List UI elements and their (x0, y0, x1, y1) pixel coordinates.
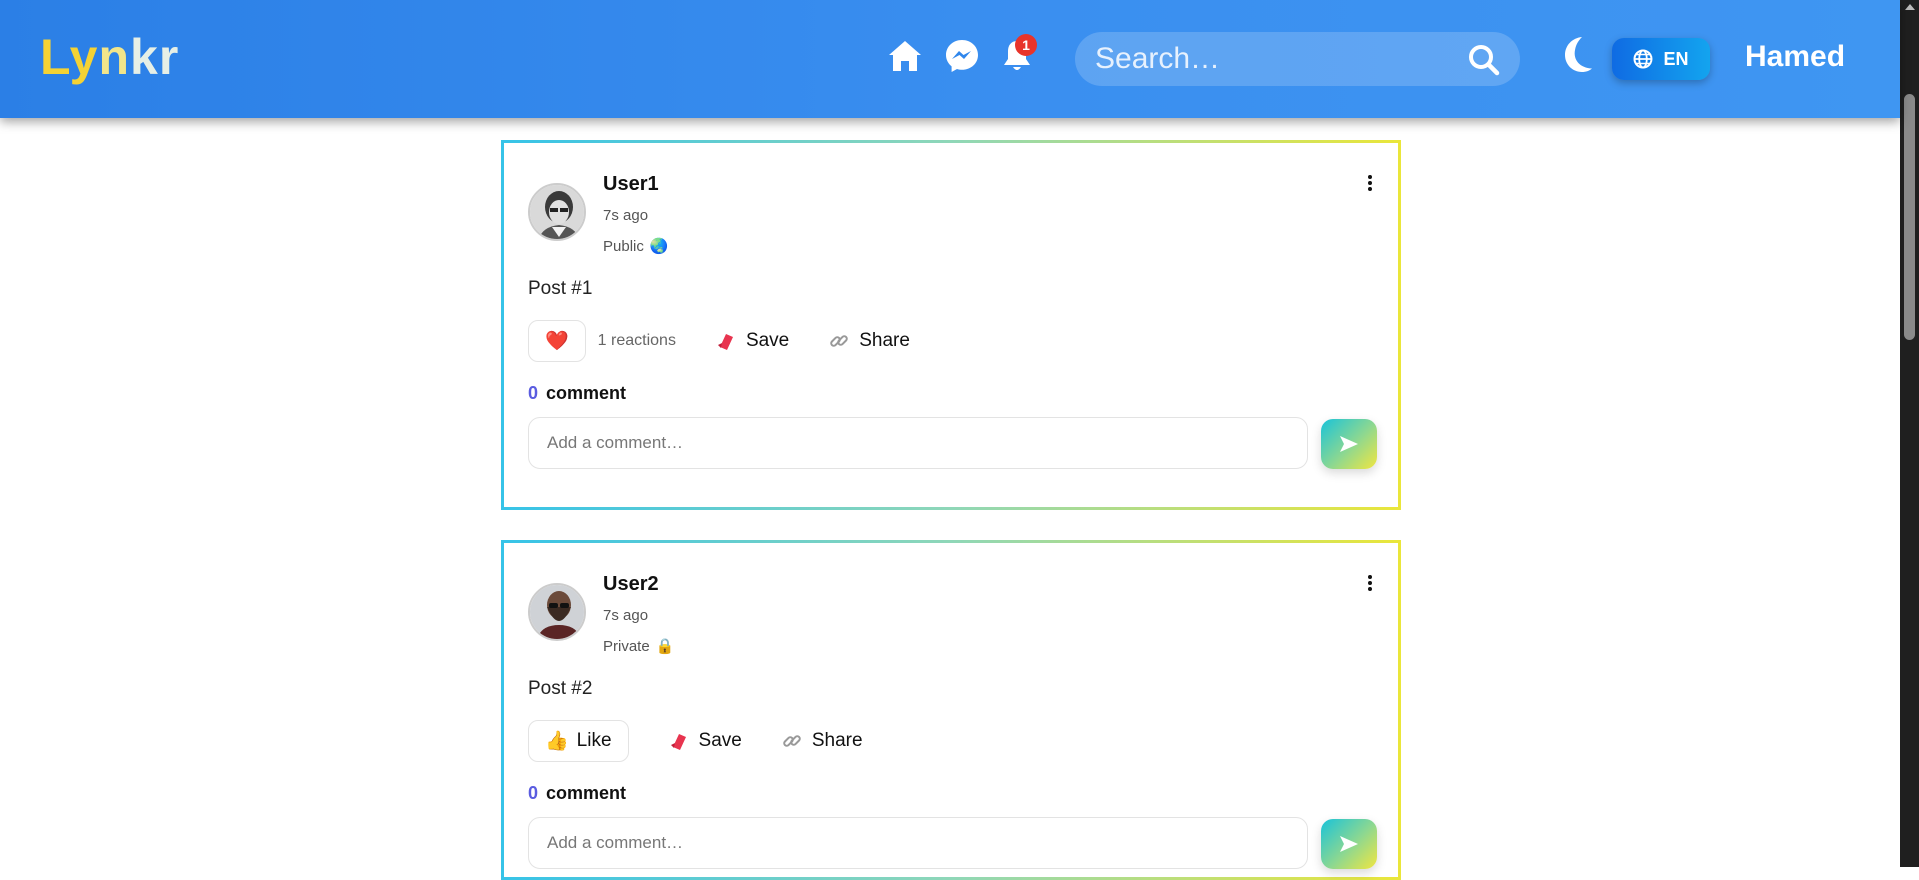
reaction-button[interactable]: ❤️ (528, 320, 586, 362)
visibility-label: Public (603, 237, 644, 255)
top-navbar: Lynkr 1 EN Hamed (0, 0, 1900, 118)
scrollbar-thumb[interactable] (1904, 94, 1915, 340)
page-scrollbar[interactable] (1900, 0, 1919, 867)
notification-badge: 1 (1015, 34, 1037, 56)
post-options-kebab-icon[interactable] (1364, 573, 1376, 595)
avatar[interactable] (528, 583, 586, 641)
post-options-kebab-icon[interactable] (1364, 173, 1376, 195)
share-label: Share (859, 330, 910, 351)
comment-input[interactable] (528, 417, 1308, 469)
thumbs-up-icon: 👍 (545, 731, 569, 752)
send-arrow-icon (1340, 836, 1358, 852)
share-label: Share (811, 730, 863, 751)
globe-icon: 🌏 (649, 238, 669, 255)
comments-count[interactable]: 0 comment (528, 783, 626, 804)
lock-icon: 🔒 (655, 638, 675, 655)
send-comment-button[interactable] (1321, 819, 1377, 869)
post-card: User1 7s ago Public 🌏 Post #1 ❤️ 1 react… (501, 140, 1401, 510)
like-button[interactable]: 👍 Like (528, 720, 629, 762)
link-icon (783, 735, 801, 747)
messenger-icon[interactable] (942, 36, 982, 76)
post-actions: ❤️ 1 reactions Save Share (528, 320, 910, 362)
comment-input[interactable] (528, 817, 1308, 869)
bookmark-ribbon-icon (670, 734, 686, 750)
comments-count[interactable]: 0 comment (528, 383, 626, 404)
dark-mode-moon-icon[interactable] (1558, 34, 1596, 74)
visibility-label: Private (603, 637, 650, 655)
language-switcher-button[interactable]: EN (1612, 38, 1710, 80)
post-content: Post #1 (528, 278, 593, 299)
save-button[interactable]: Save (669, 730, 742, 752)
post-content: Post #2 (528, 678, 593, 699)
reactions-count[interactable]: 1 reactions (598, 332, 676, 350)
post-timestamp: 7s ago (603, 207, 649, 224)
bookmark-ribbon-icon (717, 334, 733, 350)
current-username[interactable]: Hamed (1745, 40, 1845, 74)
language-label: EN (1663, 48, 1689, 69)
send-arrow-icon (1340, 436, 1358, 452)
scroll-up-arrow-icon[interactable] (1905, 4, 1915, 10)
app-logo[interactable]: Lynkr (40, 28, 179, 86)
send-comment-button[interactable] (1321, 419, 1377, 469)
link-icon (830, 335, 849, 347)
save-label: Save (745, 330, 790, 351)
post-author-name[interactable]: User2 (603, 573, 659, 596)
share-button[interactable]: Share (782, 730, 863, 752)
avatar[interactable] (528, 183, 586, 241)
notifications-bell-icon[interactable]: 1 (997, 34, 1037, 76)
search-icon[interactable] (1468, 44, 1500, 76)
globe-icon (1633, 49, 1653, 69)
post-visibility: Public 🌏 (603, 237, 669, 256)
search-input[interactable] (1095, 32, 1455, 86)
post-author-name[interactable]: User1 (603, 173, 659, 196)
heart-icon: ❤️ (545, 331, 569, 352)
post-visibility: Private 🔒 (603, 637, 675, 656)
like-label: Like (576, 730, 612, 751)
save-button[interactable]: Save (716, 330, 789, 352)
save-label: Save (698, 730, 742, 751)
search-bar (1075, 32, 1520, 86)
post-actions: 👍 Like Save Share (528, 720, 863, 762)
post-timestamp: 7s ago (603, 607, 649, 624)
share-button[interactable]: Share (829, 330, 910, 352)
home-icon[interactable] (885, 36, 925, 76)
post-card: User2 7s ago Private 🔒 Post #2 👍 Like Sa… (501, 540, 1401, 880)
